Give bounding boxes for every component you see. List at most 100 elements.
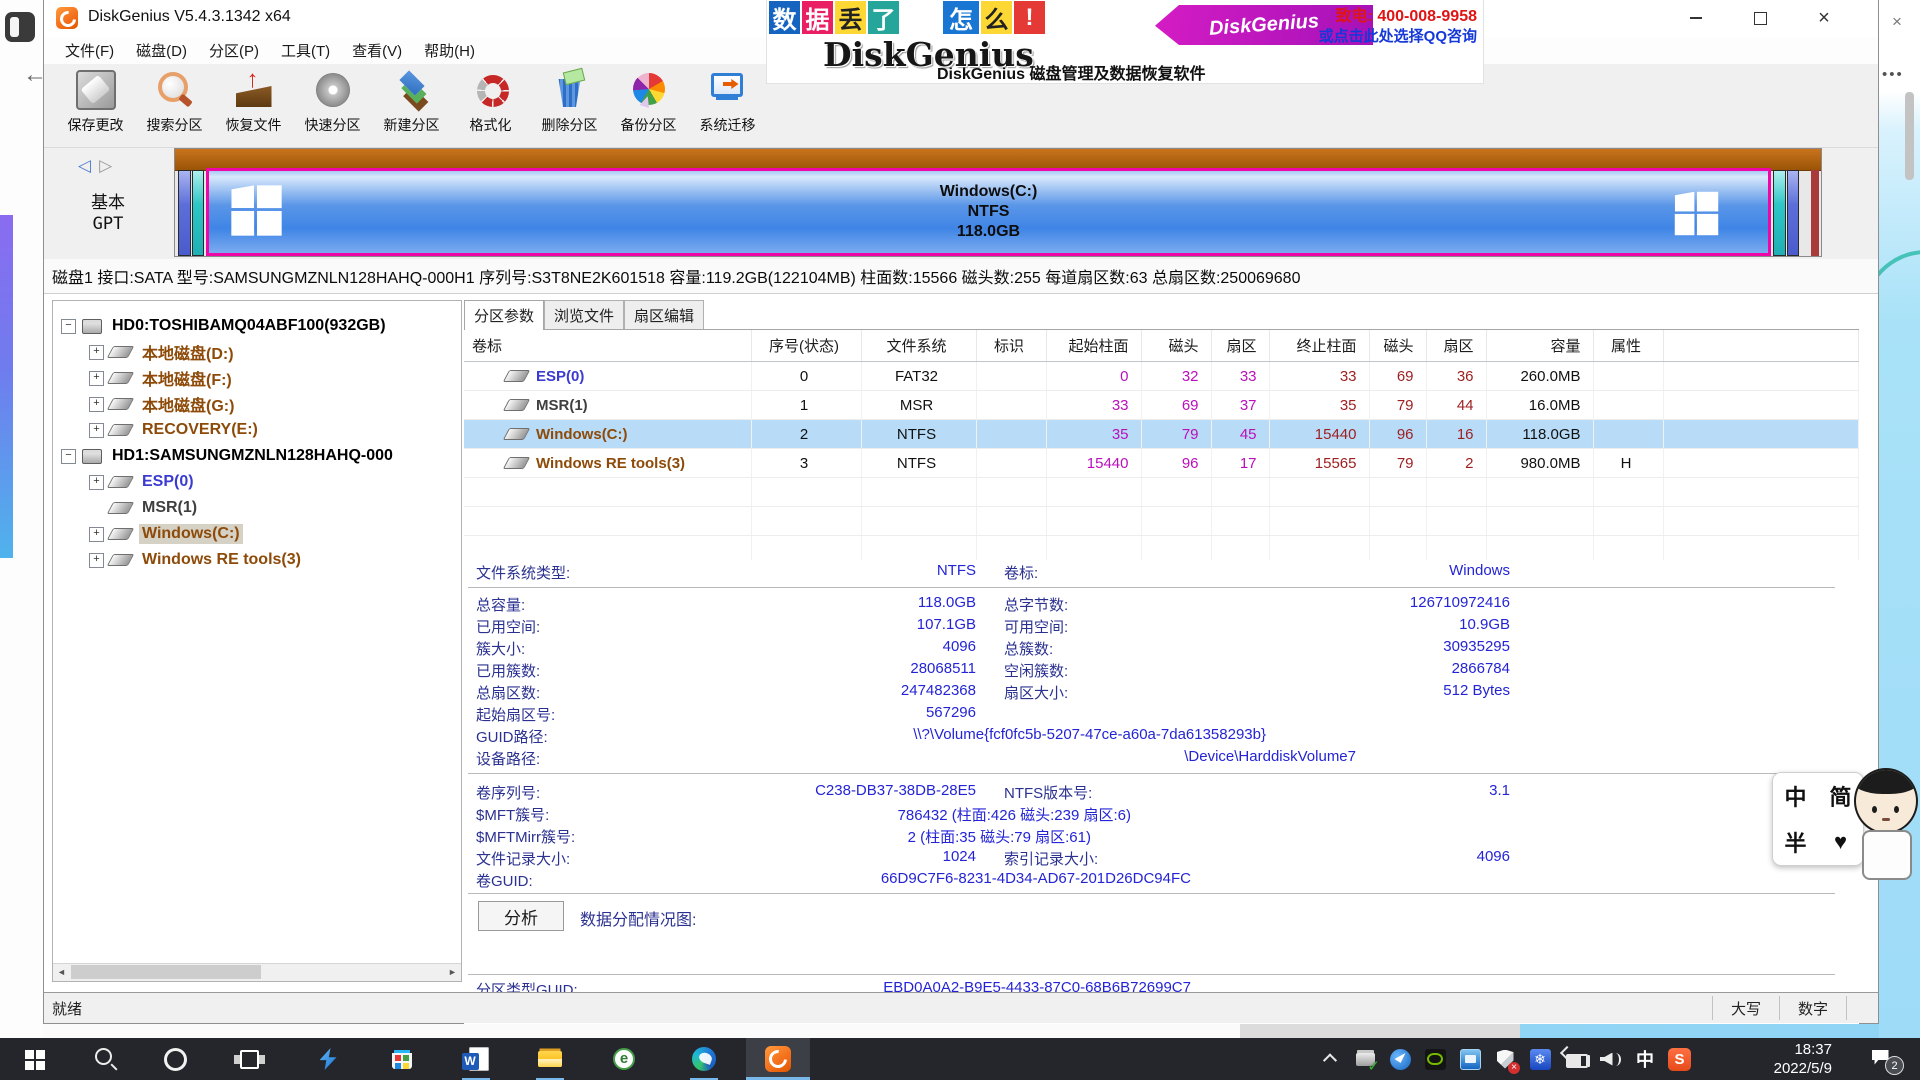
intel-icon[interactable] xyxy=(1458,1047,1482,1071)
taskbar-cortana[interactable] xyxy=(151,1038,199,1080)
taskbar-start[interactable] xyxy=(10,1038,58,1080)
toolbar-delete-partition[interactable]: 删除分区 xyxy=(530,64,609,144)
collapse-icon[interactable]: − xyxy=(61,449,76,464)
scroll-right-icon[interactable]: ► xyxy=(444,964,461,980)
taskbar-browser-360[interactable] xyxy=(600,1038,648,1080)
prev-disk-icon[interactable]: ◁ xyxy=(78,156,99,175)
toolbar-recover-files[interactable]: 恢复文件 xyxy=(214,64,293,144)
table-row[interactable]: ESP(0)0FAT3203233336936260.0MB xyxy=(464,362,1859,391)
table-row[interactable]: Windows(C:)2NTFS357945154409616118.0GB xyxy=(464,420,1859,449)
sogou-icon[interactable]: S xyxy=(1668,1048,1691,1071)
table-row[interactable]: Windows RE tools(3)3NTFS1544096171556579… xyxy=(464,449,1859,478)
background-scrollbar[interactable] xyxy=(1905,92,1914,180)
promo-banner[interactable]: 数据丢了怎么! DiskGenius DiskGenius 致电: 400-00… xyxy=(766,0,1484,84)
taskbar-store[interactable] xyxy=(378,1038,426,1080)
menu-disk[interactable]: 磁盘(D) xyxy=(125,37,198,64)
chevron-up-icon[interactable] xyxy=(1318,1047,1342,1071)
tree-item-9[interactable]: +Windows RE tools(3) xyxy=(53,547,461,573)
expand-icon[interactable]: + xyxy=(89,475,104,490)
tree-item-6[interactable]: +ESP(0) xyxy=(53,469,461,495)
partition-block-re-tools[interactable] xyxy=(1773,170,1786,256)
column-header[interactable]: 卷标 xyxy=(464,330,751,362)
menu-tools[interactable]: 工具(T) xyxy=(270,37,341,64)
tree-item-8[interactable]: +Windows(C:) xyxy=(53,521,461,547)
column-header[interactable]: 终止柱面 xyxy=(1269,330,1369,362)
toolbar-quick-partition[interactable]: 快速分区 xyxy=(293,64,372,144)
close-button[interactable] xyxy=(1792,0,1856,36)
column-header[interactable]: 容量 xyxy=(1486,330,1593,362)
menu-help[interactable]: 帮助(H) xyxy=(413,37,486,64)
partition-block-free[interactable] xyxy=(1787,170,1799,256)
expand-icon[interactable]: + xyxy=(89,397,104,412)
toolbar-system-migrate[interactable]: 系统迁移 xyxy=(688,64,767,144)
ime-icon[interactable]: 中 xyxy=(1633,1047,1657,1071)
disk-nav-arrows[interactable]: ◁▷ xyxy=(78,156,120,176)
partition-block-esp[interactable] xyxy=(178,170,191,256)
toolbar-save-changes[interactable]: 保存更改 xyxy=(56,64,135,144)
printer-check-icon[interactable] xyxy=(1353,1047,1377,1071)
background-more-icon[interactable] xyxy=(1882,66,1904,83)
toolbar-new-partition[interactable]: 新建分区 xyxy=(372,64,451,144)
taskbar-diskgenius[interactable] xyxy=(746,1038,810,1080)
expand-icon[interactable]: + xyxy=(89,553,104,568)
banner-qq-link[interactable]: 或点击此处选择QQ咨询 xyxy=(1319,27,1477,47)
column-header[interactable]: 序号(状态) xyxy=(751,330,861,362)
toolbar-format[interactable]: 格式化 xyxy=(451,64,530,144)
column-header[interactable]: 磁头 xyxy=(1141,330,1211,362)
taskbar-word[interactable] xyxy=(452,1038,500,1080)
tree-horizontal-scrollbar[interactable]: ◄ ► xyxy=(53,963,461,981)
defender-icon[interactable] xyxy=(1493,1047,1517,1071)
expand-icon[interactable]: + xyxy=(89,527,104,542)
partition-block-msr[interactable] xyxy=(192,170,204,256)
column-header[interactable]: 文件系统 xyxy=(861,330,976,362)
tree-item-4[interactable]: +RECOVERY(E:) xyxy=(53,417,461,443)
menu-view[interactable]: 查看(V) xyxy=(341,37,413,64)
toolbar-backup-partition[interactable]: 备份分区 xyxy=(609,64,688,144)
snowflake-icon[interactable] xyxy=(1528,1047,1552,1071)
collapse-icon[interactable]: − xyxy=(61,319,76,334)
minimize-button[interactable] xyxy=(1664,0,1728,36)
column-header[interactable]: 扇区 xyxy=(1211,330,1269,362)
tab-partition-params[interactable]: 分区参数 xyxy=(464,300,544,330)
tree-item-2[interactable]: +本地磁盘(F:) xyxy=(53,365,461,391)
banner-contact[interactable]: 致电: 400-008-9958 或点击此处选择QQ咨询 xyxy=(1319,7,1477,47)
toolbar-search-partition[interactable]: 搜索分区 xyxy=(135,64,214,144)
taskbar-search[interactable] xyxy=(82,1038,130,1080)
menu-file[interactable]: 文件(F) xyxy=(54,37,125,64)
next-disk-icon[interactable]: ▷ xyxy=(99,156,120,175)
nvidia-icon[interactable] xyxy=(1423,1047,1447,1071)
analyze-button[interactable]: 分析 xyxy=(478,901,564,931)
tab-sector-edit[interactable]: 扇区编辑 xyxy=(624,300,704,329)
scroll-left-icon[interactable]: ◄ xyxy=(53,964,70,980)
taskbar-flash[interactable] xyxy=(304,1038,352,1080)
notification-center-icon[interactable]: 2 xyxy=(1858,1038,1910,1080)
column-header[interactable]: 扇区 xyxy=(1426,330,1486,362)
scrollbar-thumb[interactable] xyxy=(71,965,261,979)
tree-item-7[interactable]: MSR(1) xyxy=(53,495,461,521)
expand-icon[interactable]: + xyxy=(89,345,104,360)
table-row[interactable]: MSR(1)1MSR33693735794416.0MB xyxy=(464,391,1859,420)
tree-item-5[interactable]: −HD1:SAMSUNGMZNLN128HAHQ-000 xyxy=(53,443,461,469)
column-header[interactable]: 磁头 xyxy=(1369,330,1426,362)
taskbar-task-view[interactable] xyxy=(225,1038,273,1080)
expand-icon[interactable]: + xyxy=(89,423,104,438)
tree-item-0[interactable]: −HD0:TOSHIBAMQ04ABF100(932GB) xyxy=(53,313,461,339)
taskbar-clock[interactable]: 18:37 2022/5/9 xyxy=(1736,1038,1832,1080)
expand-icon[interactable]: + xyxy=(89,371,104,386)
column-header[interactable]: 起始柱面 xyxy=(1046,330,1141,362)
taskbar-explorer[interactable] xyxy=(526,1038,574,1080)
tab-browse-files[interactable]: 浏览文件 xyxy=(544,300,624,329)
column-header[interactable]: 属性 xyxy=(1593,330,1663,362)
background-close-icon[interactable] xyxy=(1884,10,1910,34)
maximize-button[interactable] xyxy=(1728,0,1792,36)
column-header[interactable]: 标识 xyxy=(976,330,1046,362)
menu-partition[interactable]: 分区(P) xyxy=(198,37,270,64)
ime-status-widget[interactable]: 中简半♥ xyxy=(1772,772,1864,866)
tree-item-3[interactable]: +本地磁盘(G:) xyxy=(53,391,461,417)
battery-icon[interactable] xyxy=(1563,1047,1587,1071)
tree-item-1[interactable]: +本地磁盘(D:) xyxy=(53,339,461,365)
partition-block-windows-c[interactable]: Windows(C:) NTFS 118.0GB xyxy=(206,168,1771,256)
taskbar-edge[interactable] xyxy=(680,1038,728,1080)
pc-bird-icon[interactable] xyxy=(1388,1047,1412,1071)
speaker-icon[interactable] xyxy=(1598,1047,1622,1071)
